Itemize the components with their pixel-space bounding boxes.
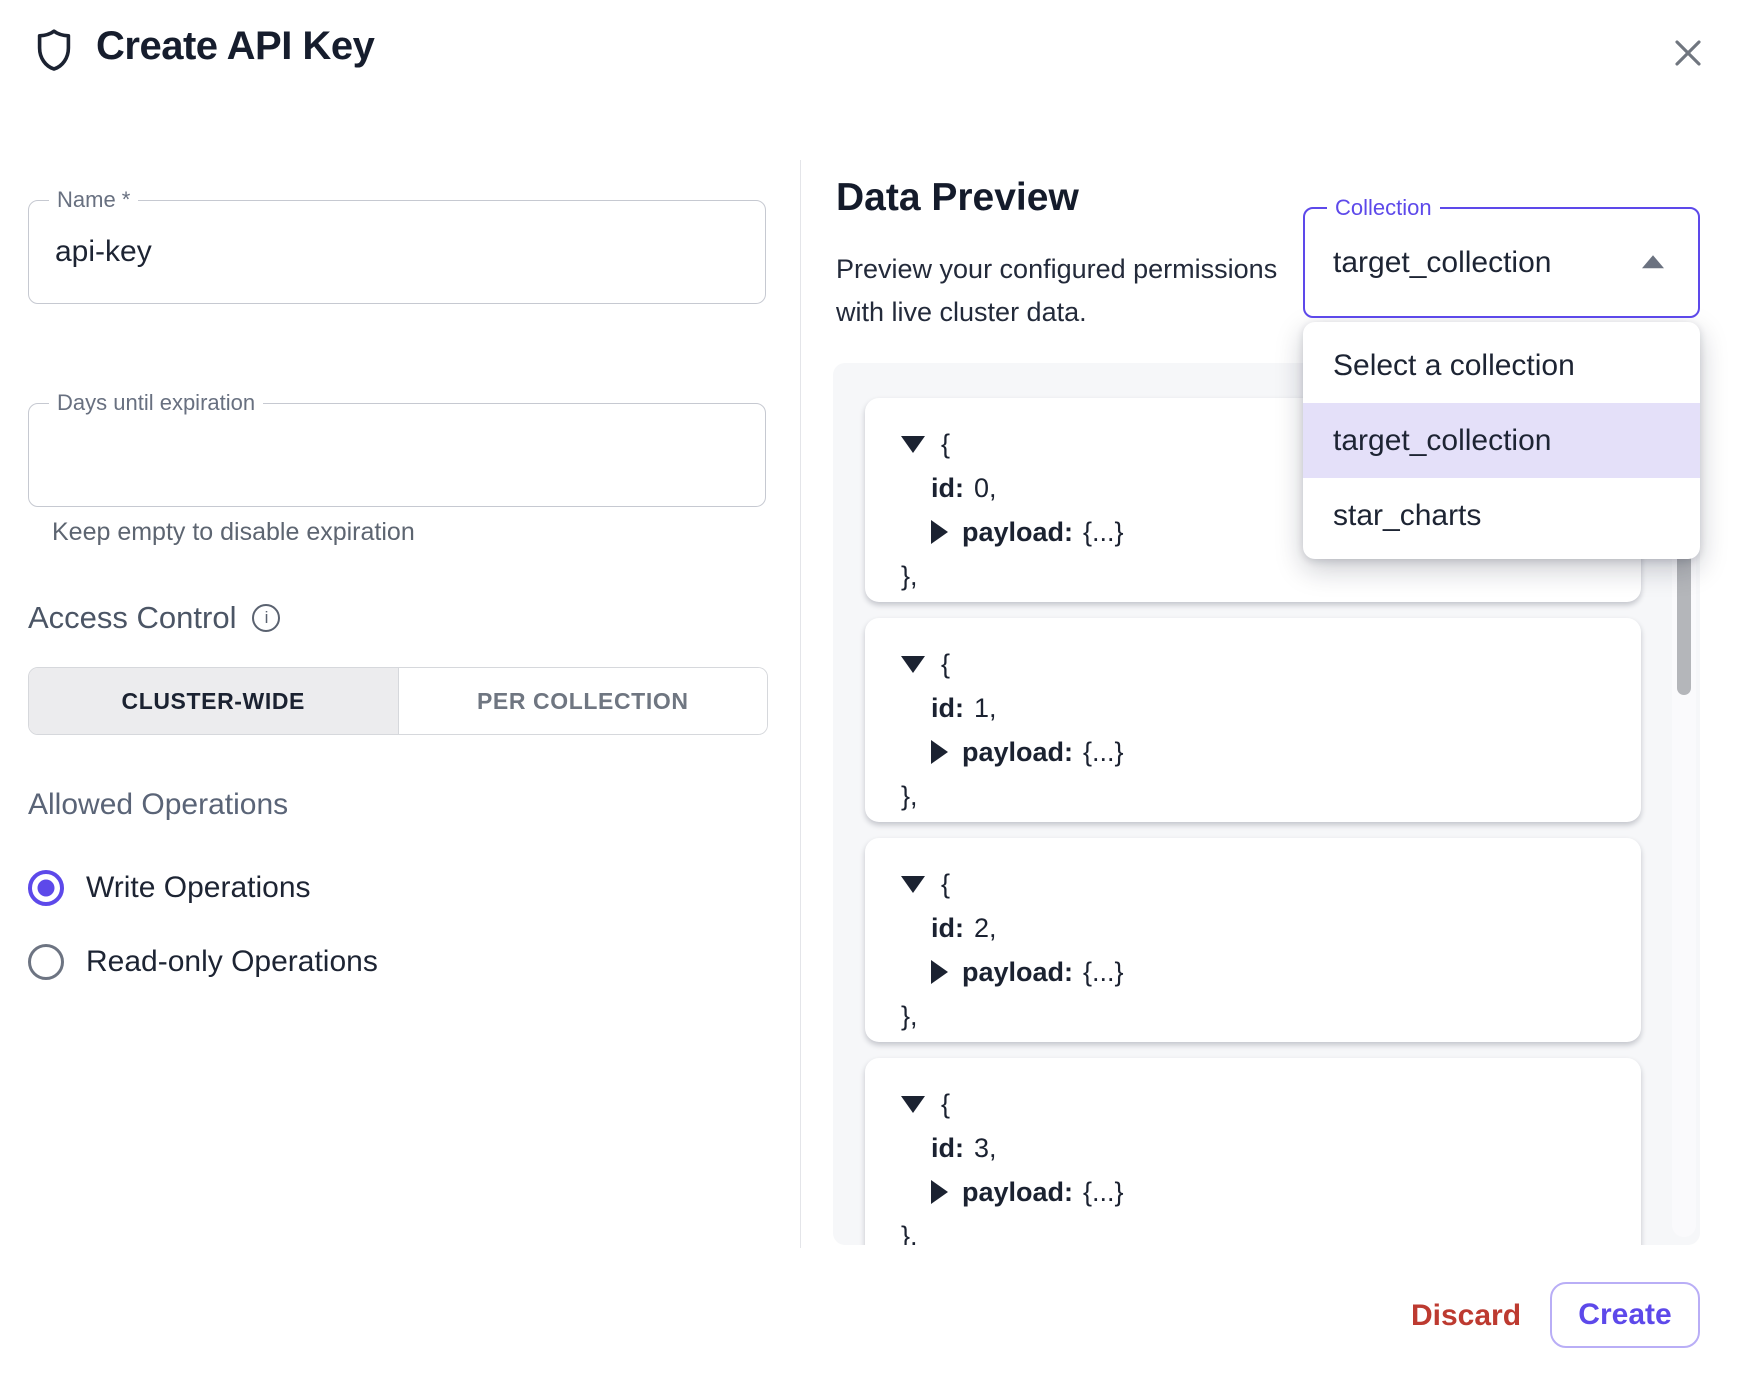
record-card: { id: 2, payload: {...} }, <box>865 838 1641 1042</box>
access-control-heading: Access Control i <box>28 600 280 636</box>
allowed-operations-heading: Allowed Operations <box>28 788 288 822</box>
create-button[interactable]: Create <box>1550 1282 1700 1348</box>
json-line-payload: payload: {...} <box>901 730 1641 774</box>
json-line-id: id: 2, <box>901 906 1641 950</box>
info-icon[interactable]: i <box>252 604 280 632</box>
collection-select-value: target_collection <box>1333 246 1551 280</box>
expiration-input[interactable] <box>55 404 735 506</box>
json-line-close: }, <box>901 554 1641 598</box>
collection-select[interactable]: Collection target_collection <box>1303 207 1700 318</box>
expiration-helper-text: Keep empty to disable expiration <box>52 518 415 547</box>
triangle-down-icon[interactable] <box>901 436 925 453</box>
triangle-right-icon[interactable] <box>931 960 948 984</box>
payload-key: payload: <box>962 957 1073 988</box>
close-brace: }, <box>901 781 918 812</box>
json-line-open: { <box>901 1082 1641 1126</box>
open-brace: { <box>941 649 950 680</box>
toggle-per-collection[interactable]: PER COLLECTION <box>399 668 768 734</box>
triangle-down-icon[interactable] <box>901 876 925 893</box>
json-line-payload: payload: {...} <box>901 950 1641 994</box>
payload-value: {...} <box>1083 517 1124 548</box>
shield-icon <box>30 26 78 74</box>
triangle-right-icon[interactable] <box>931 740 948 764</box>
menu-item-target-collection[interactable]: target_collection <box>1303 403 1700 478</box>
access-control-heading-label: Access Control <box>28 600 236 636</box>
open-brace: { <box>941 1089 950 1120</box>
json-line-close: }, <box>901 1214 1641 1245</box>
data-preview-title: Data Preview <box>836 176 1079 220</box>
json-line-id: id: 1, <box>901 686 1641 730</box>
json-line-close: }, <box>901 994 1641 1038</box>
json-line-close: }, <box>901 774 1641 818</box>
id-value: 1, <box>974 693 997 724</box>
discard-button[interactable]: Discard <box>1400 1286 1532 1346</box>
triangle-down-icon[interactable] <box>901 656 925 673</box>
payload-value: {...} <box>1083 737 1124 768</box>
menu-item-star-charts[interactable]: star_charts <box>1303 478 1700 553</box>
name-input[interactable] <box>55 201 735 303</box>
radio-selected-icon[interactable] <box>28 870 64 906</box>
id-key: id: <box>931 693 964 724</box>
payload-key: payload: <box>962 1177 1073 1208</box>
record-card: { id: 3, payload: {...} }, <box>865 1058 1641 1245</box>
id-value: 0, <box>974 473 997 504</box>
json-line-payload: payload: {...} <box>901 1170 1641 1214</box>
access-control-toggle: CLUSTER-WIDE PER COLLECTION <box>28 667 768 735</box>
radio-readonly-label: Read-only Operations <box>86 945 378 979</box>
close-brace: }, <box>901 561 918 592</box>
json-line-open: { <box>901 642 1641 686</box>
collection-dropdown-menu: Select a collection target_collection st… <box>1303 322 1700 559</box>
radio-write-label: Write Operations <box>86 871 311 905</box>
triangle-down-icon[interactable] <box>901 1096 925 1113</box>
id-key: id: <box>931 1133 964 1164</box>
record-card: { id: 1, payload: {...} }, <box>865 618 1641 822</box>
payload-key: payload: <box>962 517 1073 548</box>
id-value: 2, <box>974 913 997 944</box>
allowed-operations-heading-label: Allowed Operations <box>28 788 288 822</box>
create-api-key-modal: Create API Key Name * Days until expirat… <box>0 0 1740 1378</box>
radio-write-operations[interactable]: Write Operations <box>28 866 311 910</box>
expiration-field: Days until expiration <box>28 403 766 507</box>
payload-value: {...} <box>1083 957 1124 988</box>
collection-select-label: Collection <box>1327 195 1440 221</box>
open-brace: { <box>941 869 950 900</box>
payload-key: payload: <box>962 737 1073 768</box>
data-preview-description: Preview your configured permissions with… <box>836 248 1311 334</box>
chevron-up-icon <box>1642 255 1664 268</box>
page-title: Create API Key <box>96 24 374 69</box>
payload-value: {...} <box>1083 1177 1124 1208</box>
close-brace: }, <box>901 1001 918 1032</box>
id-key: id: <box>931 913 964 944</box>
radio-unselected-icon[interactable] <box>28 944 64 980</box>
column-divider <box>800 160 801 1248</box>
id-value: 3, <box>974 1133 997 1164</box>
triangle-right-icon[interactable] <box>931 1180 948 1204</box>
json-line-open: { <box>901 862 1641 906</box>
menu-item-select-a-collection[interactable]: Select a collection <box>1303 328 1700 403</box>
id-key: id: <box>931 473 964 504</box>
open-brace: { <box>941 429 950 460</box>
json-line-id: id: 3, <box>901 1126 1641 1170</box>
toggle-cluster-wide[interactable]: CLUSTER-WIDE <box>29 668 399 734</box>
close-brace: }, <box>901 1221 918 1246</box>
name-field: Name * <box>28 200 766 304</box>
radio-readonly-operations[interactable]: Read-only Operations <box>28 940 378 984</box>
triangle-right-icon[interactable] <box>931 520 948 544</box>
close-icon[interactable] <box>1662 28 1714 80</box>
